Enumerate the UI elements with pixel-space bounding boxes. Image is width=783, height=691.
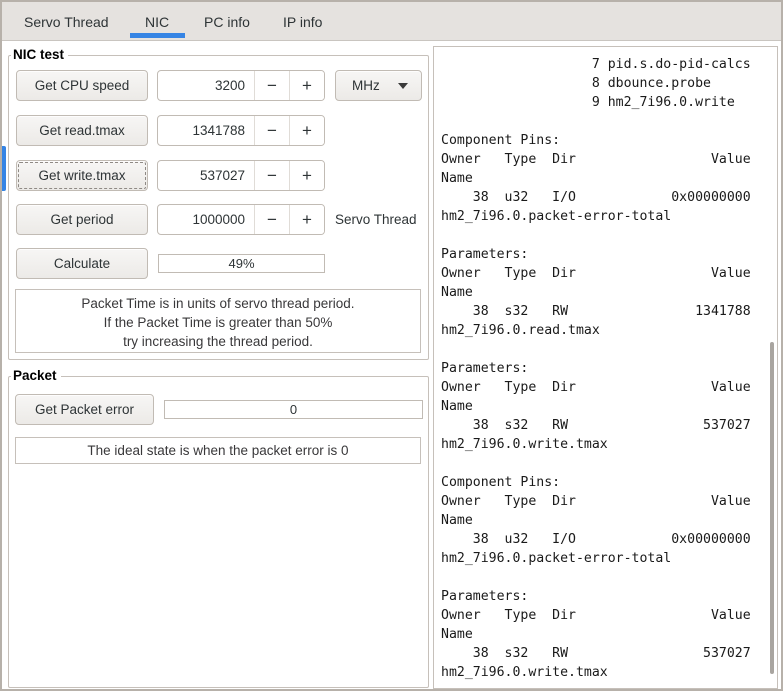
tab-bar: Servo Thread NIC PC info IP info <box>2 2 781 41</box>
plus-icon: + <box>302 120 312 140</box>
nic-note-line-3: try increasing the thread period. <box>123 334 313 349</box>
minus-icon: − <box>267 75 277 95</box>
period-decrement-button[interactable]: − <box>254 205 289 234</box>
dropdown-arrow-icon <box>398 82 408 89</box>
packet-error-input[interactable] <box>164 400 423 419</box>
plus-icon: + <box>302 75 312 95</box>
nic-note-line-2: If the Packet Time is greater than 50% <box>103 315 333 330</box>
application-window: Servo Thread NIC PC info IP info NIC tes… <box>0 0 783 691</box>
output-scrollbar-thumb[interactable] <box>770 342 774 674</box>
get-read-tmax-button[interactable]: Get read.tmax <box>16 115 148 146</box>
nic-note: Packet Time is in units of servo thread … <box>15 289 421 353</box>
cpu-speed-input[interactable] <box>158 71 254 100</box>
minus-icon: − <box>267 209 277 229</box>
nic-test-frame-title: NIC test <box>11 47 69 62</box>
read-tmax-decrement-button[interactable]: − <box>254 116 289 145</box>
calculate-button[interactable]: Calculate <box>16 248 148 279</box>
window-scrollbar-thumb[interactable] <box>2 146 6 191</box>
write-tmax-input[interactable] <box>158 161 254 190</box>
tab-servo-thread[interactable]: Servo Thread <box>24 2 109 41</box>
tab-pc-info[interactable]: PC info <box>204 2 250 41</box>
period-input[interactable] <box>158 205 254 234</box>
period-increment-button[interactable]: + <box>289 205 324 234</box>
packet-frame-title: Packet <box>11 368 61 383</box>
active-tab-indicator <box>130 33 185 38</box>
plus-icon: + <box>302 209 312 229</box>
write-tmax-spinbox: − + <box>157 160 325 191</box>
write-tmax-increment-button[interactable]: + <box>289 161 324 190</box>
servo-thread-label: Servo Thread <box>335 212 417 227</box>
nic-note-line-1: Packet Time is in units of servo thread … <box>81 296 355 311</box>
get-period-button[interactable]: Get period <box>16 204 148 235</box>
read-tmax-spinbox: − + <box>157 115 325 146</box>
hal-output-panel[interactable]: 7 pid.s.do-pid-calcs 8 dbounce.probe 9 h… <box>433 46 778 689</box>
minus-icon: − <box>267 120 277 140</box>
mhz-combobox-value: MHz <box>352 78 380 93</box>
mhz-combobox[interactable]: MHz <box>335 70 422 101</box>
hal-output-text: 7 pid.s.do-pid-calcs 8 dbounce.probe 9 h… <box>441 57 751 680</box>
read-tmax-increment-button[interactable]: + <box>289 116 324 145</box>
cpu-speed-decrement-button[interactable]: − <box>254 71 289 100</box>
read-tmax-input[interactable] <box>158 116 254 145</box>
tab-ip-info[interactable]: IP info <box>283 2 322 41</box>
cpu-speed-spinbox: − + <box>157 70 325 101</box>
plus-icon: + <box>302 165 312 185</box>
packet-time-progress: 49% <box>158 254 325 273</box>
get-write-tmax-button[interactable]: Get write.tmax <box>16 160 148 191</box>
write-tmax-decrement-button[interactable]: − <box>254 161 289 190</box>
get-cpu-speed-button[interactable]: Get CPU speed <box>16 70 148 101</box>
packet-note: The ideal state is when the packet error… <box>15 437 421 464</box>
period-spinbox: − + <box>157 204 325 235</box>
cpu-speed-increment-button[interactable]: + <box>289 71 324 100</box>
get-packet-error-button[interactable]: Get Packet error <box>15 394 154 425</box>
minus-icon: − <box>267 165 277 185</box>
